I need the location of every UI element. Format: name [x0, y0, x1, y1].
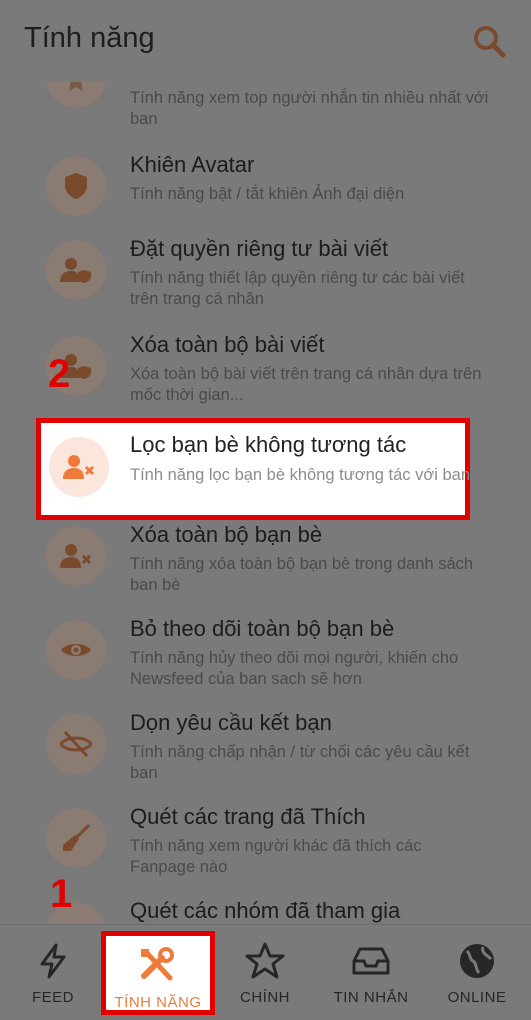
tab-feed[interactable]: FEED: [0, 925, 106, 1020]
feature-name: Xóa toàn bộ bài viết: [130, 332, 325, 357]
broom-icon: [46, 808, 106, 868]
tab-main[interactable]: CHÍNH: [212, 925, 318, 1020]
feature-name: Xóa toàn bộ bạn bè: [130, 522, 323, 547]
tab-label: TÍNH NĂNG: [114, 994, 202, 1011]
tab-label: ONLINE: [447, 989, 507, 1006]
user-remove-icon: [49, 437, 109, 497]
feature-item-scan-liked-pages[interactable]: Quét các trang đã Thích Tính năng xem ng…: [0, 796, 531, 890]
step-2-marker: 2: [48, 352, 71, 396]
feature-desc: Tính năng xem người khác đã thích các Fa…: [130, 837, 422, 876]
eye-slash-icon: [46, 714, 106, 774]
feature-name: Lọc bạn bè không tương tác: [130, 432, 407, 457]
feature-name: Quét các trang đã Thích: [130, 804, 366, 829]
feature-item-unfollow-all[interactable]: Bỏ theo dõi toàn bộ bạn bè Tính năng hủy…: [0, 608, 531, 702]
feature-desc: Tính năng xóa toàn bộ bạn bè trong danh …: [130, 555, 474, 594]
feature-name: Quét các nhóm đã tham gia: [130, 898, 401, 923]
tab-label: TIN NHẮN: [333, 989, 409, 1006]
feature-item-delete-friends[interactable]: Xóa toàn bộ bạn bè Tính năng xóa toàn bộ…: [0, 514, 531, 608]
bolt-icon: [40, 943, 66, 979]
page-title: Tính năng: [24, 22, 155, 54]
feature-name: Đặt quyền riêng tư bài viết: [130, 236, 389, 261]
feature-item-friend-requests[interactable]: Dọn yêu cầu kết bạn Tính năng chấp nhận …: [0, 702, 531, 796]
star-icon: [245, 942, 285, 979]
feature-item-avatar-shield[interactable]: Khiên Avatar Tính năng bật / tắt khiên Ả…: [0, 144, 531, 238]
feature-desc: Tính năng thiết lập quyền riêng tư các b…: [130, 269, 465, 308]
feature-desc: Tính năng xem top người nhắn tin nhiều n…: [130, 89, 489, 128]
tools-icon: [141, 947, 174, 981]
feature-desc: Tính năng lọc bạn bè không tương tác với…: [130, 466, 470, 484]
inbox-icon: [352, 947, 390, 975]
feature-item-post-privacy[interactable]: Đặt quyền riêng tư bài viết Tính năng th…: [0, 228, 531, 322]
feature-name: Khiên Avatar: [130, 152, 255, 177]
feature-desc: Tính năng bật / tắt khiên Ảnh đại diện: [130, 185, 405, 203]
bottom-nav: FEED TÍNH NĂNG CHÍNH TIN NHẮN ONLINE: [0, 924, 531, 1020]
globe-icon: [460, 944, 494, 978]
user-shield-icon: [46, 240, 106, 300]
feature-desc: Tính năng hủy theo dõi mọi người, khiến …: [130, 649, 459, 688]
tab-label: CHÍNH: [240, 989, 290, 1006]
tab-label: FEED: [31, 989, 74, 1006]
feature-list: Tính năng xem top người nhắn tin nhiều n…: [0, 82, 531, 924]
user-remove-icon: [46, 526, 106, 586]
app-header: Tính năng: [0, 0, 531, 82]
feature-desc: Xóa toàn bộ bài viết trên trang cá nhân …: [130, 365, 482, 404]
award-icon: [46, 82, 106, 108]
feature-name: Dọn yêu cầu kết bạn: [130, 710, 332, 735]
shield-icon: [46, 156, 106, 216]
feature-item-scan-joined-groups[interactable]: Quét các nhóm đã tham gia: [0, 890, 531, 924]
tab-messages[interactable]: TIN NHẮN: [318, 925, 424, 1020]
step-1-marker: 1: [50, 872, 73, 916]
tab-online[interactable]: ONLINE: [424, 925, 530, 1020]
feature-desc: Tính năng chấp nhận / từ chối các yêu cầ…: [130, 743, 470, 782]
eye-icon: [46, 620, 106, 680]
feature-item-delete-posts[interactable]: Xóa toàn bộ bài viết Xóa toàn bộ bài viế…: [0, 324, 531, 418]
feature-name: Bỏ theo dõi toàn bộ bạn bè: [130, 616, 395, 641]
feature-item-filter-inactive-friends[interactable]: Lọc bạn bè không tương tác Tính năng lọc…: [36, 418, 470, 520]
tab-features[interactable]: TÍNH NĂNG: [101, 931, 215, 1015]
search-icon[interactable]: [470, 22, 510, 62]
